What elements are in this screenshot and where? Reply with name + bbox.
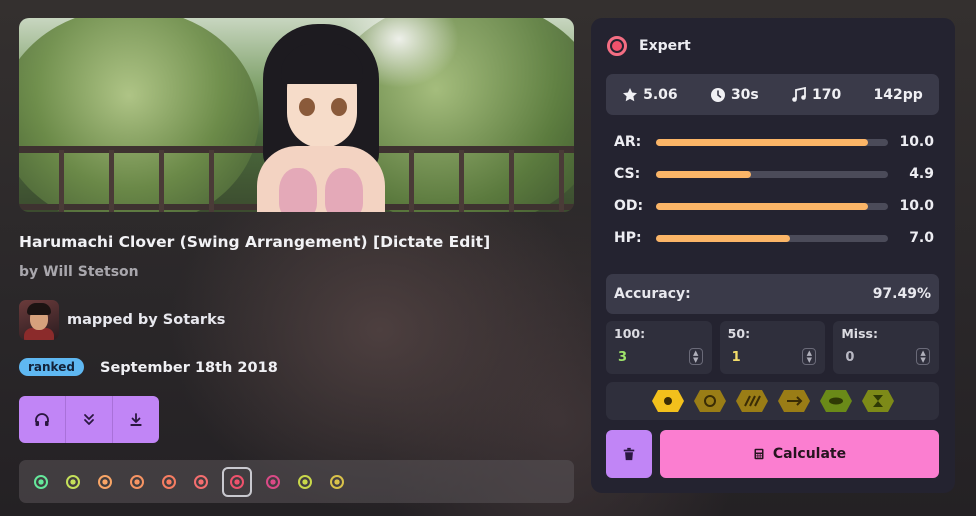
attribute-bar-fill <box>656 202 868 210</box>
attribute-value: 10.0 <box>899 134 934 150</box>
attribute-bar <box>656 138 888 146</box>
attribute-row: HP: 7.0 <box>614 228 934 248</box>
attribute-label: OD: <box>614 198 644 214</box>
hit-count-field: 50: 1 ▲ ▼ <box>719 321 826 374</box>
hit-count-label: 100: <box>614 326 646 341</box>
hit-count-input[interactable]: 1 <box>732 350 741 365</box>
attribute-label: AR: <box>614 134 642 150</box>
beatmap-artist: by Will Stetson <box>19 264 139 280</box>
music-note-icon <box>792 86 806 102</box>
stat-pp: 142pp <box>874 87 923 103</box>
star-rating: 5.06 <box>643 86 678 103</box>
difficulty-option[interactable] <box>190 471 212 493</box>
difficulty-option[interactable] <box>222 466 252 497</box>
accuracy-value: 97.49% <box>872 286 931 302</box>
attribute-bar <box>656 234 888 242</box>
attribute-row: OD: 10.0 <box>614 196 934 216</box>
length-value: 30s <box>730 86 759 103</box>
difficulty-circle-icon <box>130 474 144 489</box>
pp-value: 142pp <box>873 86 923 103</box>
accuracy-display: Accuracy: 97.49% <box>606 274 939 314</box>
difficulty-circle-icon <box>330 474 344 489</box>
stat-stars: 5.06 <box>622 87 678 103</box>
clear-button[interactable] <box>606 430 652 478</box>
attribute-value: 4.9 <box>909 166 934 182</box>
attribute-bar <box>656 170 888 178</box>
calculate-button[interactable]: Calculate <box>660 430 939 478</box>
hit-count-label: Miss: <box>841 326 878 341</box>
difficulty-circle-icon <box>194 474 208 489</box>
hit-count-field: Miss: 0 ▲ ▼ <box>833 321 940 374</box>
hardrock-mod-icon[interactable] <box>693 389 727 413</box>
calculator-panel: Expert 5.06 30s 170 142pp AR: 10.0 CS: 4.9 O… <box>591 18 955 493</box>
easy-mod-icon[interactable] <box>819 389 853 413</box>
difficulty-circle-icon <box>298 474 312 489</box>
difficulty-option[interactable] <box>30 471 52 493</box>
bpm-value: 170 <box>812 86 842 103</box>
attribute-label: CS: <box>614 166 641 182</box>
hit-count-input[interactable]: 3 <box>618 350 627 365</box>
trash-icon <box>623 447 635 461</box>
difficulty-option[interactable] <box>62 471 84 493</box>
number-stepper[interactable]: ▲ ▼ <box>802 348 817 365</box>
difficulty-option[interactable] <box>158 471 180 493</box>
attribute-bar <box>656 202 888 210</box>
difficulty-circle-icon <box>230 474 244 489</box>
stat-length: 30s <box>710 87 759 103</box>
attribute-bar-fill <box>656 138 868 146</box>
beatmap-stats: 5.06 30s 170 142pp <box>606 74 939 115</box>
stat-bpm: 170 <box>791 86 842 103</box>
difficulty-option[interactable] <box>126 471 148 493</box>
accuracy-label: Accuracy: <box>614 286 691 302</box>
difficulty-circle-icon <box>98 474 112 489</box>
difficulty-circle-icon <box>266 474 280 489</box>
hit-count-input[interactable]: 0 <box>845 350 854 365</box>
difficulty-option[interactable] <box>262 471 284 493</box>
hit-inputs: 100: 3 ▲ ▼ 50: 1 ▲ ▼ Miss: 0 ▲ ▼ <box>606 321 940 374</box>
attribute-bar-fill <box>656 170 751 178</box>
beatmap-actions <box>19 396 159 443</box>
chevron-double-down-icon <box>84 413 94 425</box>
headphones-icon <box>35 412 49 426</box>
clock-icon <box>710 87 725 102</box>
difficulty-circle-icon <box>162 474 176 489</box>
hit-count-label: 50: <box>727 326 751 341</box>
hit-count-field: 100: 3 ▲ ▼ <box>606 321 712 374</box>
beatmap-title: Harumachi Clover (Swing Arrangement) [Di… <box>19 233 491 251</box>
calculate-label: Calculate <box>772 446 847 462</box>
download-icon <box>130 412 142 426</box>
difficulty-option[interactable] <box>294 471 316 493</box>
download-button[interactable] <box>113 396 159 443</box>
difficulty-name: Expert <box>639 38 691 54</box>
attribute-value: 7.0 <box>909 230 934 246</box>
expand-button[interactable] <box>66 396 113 443</box>
halftime-mod-icon[interactable] <box>861 389 895 413</box>
listen-button[interactable] <box>19 396 66 443</box>
mapper-avatar[interactable] <box>19 300 59 340</box>
number-stepper[interactable]: ▲ ▼ <box>688 348 703 365</box>
attribute-bar-fill <box>656 234 790 242</box>
difficulty-option[interactable] <box>94 471 116 493</box>
difficulty-circle-icon <box>66 474 80 489</box>
calculator-icon <box>754 448 764 460</box>
hidden-mod-icon[interactable] <box>651 389 685 413</box>
star-icon <box>623 87 638 101</box>
attribute-row: AR: 10.0 <box>614 132 934 152</box>
number-stepper[interactable]: ▲ ▼ <box>916 348 931 365</box>
difficulty-circle-icon <box>34 474 48 489</box>
mapper-name[interactable]: mapped by Sotarks <box>67 312 225 328</box>
attribute-label: HP: <box>614 230 642 246</box>
difficulty-selector <box>19 460 574 503</box>
beatmap-cover-image <box>19 18 574 212</box>
difficulty-icon <box>607 36 627 56</box>
mod-selector <box>606 382 939 420</box>
attribute-row: CS: 4.9 <box>614 164 934 184</box>
doubletime-mod-icon[interactable] <box>735 389 769 413</box>
flashlight-mod-icon[interactable] <box>777 389 811 413</box>
ranked-date: September 18th 2018 <box>100 360 278 376</box>
status-badge: ranked <box>19 358 84 376</box>
difficulty-option[interactable] <box>326 471 348 493</box>
difficulty-header: Expert <box>607 36 691 56</box>
attribute-value: 10.0 <box>899 198 934 214</box>
